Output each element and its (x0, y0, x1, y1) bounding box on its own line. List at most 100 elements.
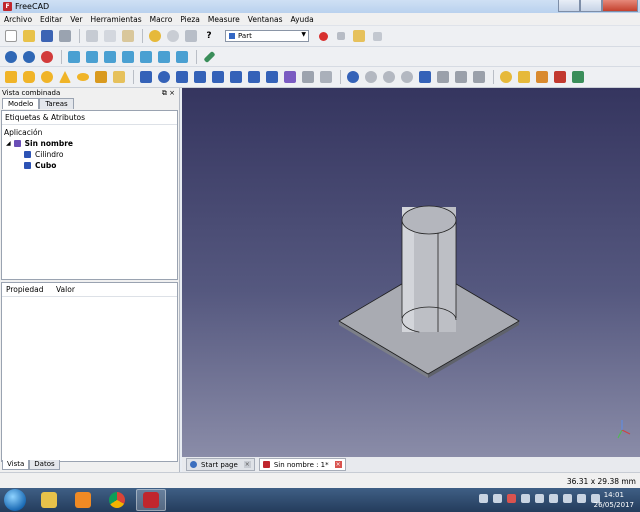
stop-macro-icon[interactable] (333, 28, 349, 44)
menu-herramientas[interactable]: Herramientas (87, 15, 146, 24)
primitives-icon[interactable] (93, 69, 109, 85)
tab-start-page[interactable]: Start page × (186, 458, 255, 471)
box-icon[interactable] (3, 69, 19, 85)
maximize-button[interactable] (580, 0, 602, 12)
close-icon[interactable]: × (334, 461, 342, 468)
tab-vista[interactable]: Vista (2, 460, 30, 470)
new-icon[interactable] (3, 28, 19, 44)
tab-tareas[interactable]: Tareas (39, 98, 74, 109)
measure-icon[interactable] (201, 49, 217, 65)
tray-icon[interactable] (479, 494, 488, 503)
tree-item-cilindro[interactable]: Cilindro (2, 149, 177, 160)
fit-selection-icon[interactable] (21, 49, 37, 65)
view-isometric-icon[interactable] (66, 49, 82, 65)
tab-modelo[interactable]: Modelo (2, 98, 40, 109)
measure-linear-icon[interactable] (498, 69, 514, 85)
fit-all-icon[interactable] (3, 49, 19, 65)
start-button[interactable] (4, 489, 26, 511)
taskbar-freecad[interactable] (136, 489, 166, 511)
menu-editar[interactable]: Editar (36, 15, 66, 24)
cylinder-icon[interactable] (21, 69, 37, 85)
cross-sections-icon[interactable] (318, 69, 334, 85)
tab-datos[interactable]: Datos (29, 460, 60, 470)
check-geometry-icon[interactable] (471, 69, 487, 85)
tray-icon[interactable] (507, 494, 516, 503)
view-top-icon[interactable] (102, 49, 118, 65)
loft-icon[interactable] (264, 69, 280, 85)
close-icon[interactable]: × (243, 461, 251, 468)
print-icon[interactable] (57, 28, 73, 44)
chamfer-icon[interactable] (210, 69, 226, 85)
fillet-icon[interactable] (192, 69, 208, 85)
boolean-icon[interactable] (345, 69, 361, 85)
refresh-icon[interactable] (183, 28, 199, 44)
sphere-icon[interactable] (39, 69, 55, 85)
mirror-icon[interactable] (174, 69, 190, 85)
menu-macro[interactable]: Macro (146, 15, 177, 24)
undo-icon[interactable] (147, 28, 163, 44)
sweep-icon[interactable] (282, 69, 298, 85)
torus-icon[interactable] (75, 69, 91, 85)
open-icon[interactable] (21, 28, 37, 44)
clock[interactable]: 14:01 26/05/2017 (594, 490, 634, 510)
split-icon[interactable] (435, 69, 451, 85)
menu-pieza[interactable]: Pieza (176, 15, 204, 24)
paste-icon[interactable] (120, 28, 136, 44)
column-propiedad[interactable]: Propiedad (2, 285, 52, 294)
view-left-icon[interactable] (174, 49, 190, 65)
fuse-icon[interactable] (381, 69, 397, 85)
common-icon[interactable] (399, 69, 415, 85)
measure-refresh-icon[interactable] (534, 69, 550, 85)
cut-icon[interactable] (363, 69, 379, 85)
redo-icon[interactable] (165, 28, 181, 44)
taskbar-chrome[interactable] (102, 489, 132, 511)
view-bottom-icon[interactable] (156, 49, 172, 65)
record-macro-icon[interactable] (315, 28, 331, 44)
measure-angular-icon[interactable] (516, 69, 532, 85)
float-close-icons[interactable]: ⧉ × (162, 89, 175, 98)
close-button[interactable] (602, 0, 638, 12)
minimize-button[interactable] (558, 0, 580, 12)
tray-icon[interactable] (521, 494, 530, 503)
cut-icon[interactable] (84, 28, 100, 44)
cone-icon[interactable] (57, 69, 73, 85)
make-face-icon[interactable] (228, 69, 244, 85)
menu-ver[interactable]: Ver (66, 15, 86, 24)
view-rear-icon[interactable] (138, 49, 154, 65)
menu-ayuda[interactable]: Ayuda (287, 15, 318, 24)
tray-icon[interactable] (535, 494, 544, 503)
run-macro-icon[interactable] (369, 28, 385, 44)
tray-icon[interactable] (493, 494, 502, 503)
join-icon[interactable] (417, 69, 433, 85)
tree-item-cubo[interactable]: Cubo (2, 160, 177, 171)
copy-icon[interactable] (102, 28, 118, 44)
network-icon[interactable] (577, 494, 586, 503)
tab-sin-nombre[interactable]: Sin nombre : 1* × (258, 458, 346, 471)
view-front-icon[interactable] (84, 49, 100, 65)
shape-builder-icon[interactable] (111, 69, 127, 85)
tree-document-row[interactable]: ◢ Sin nombre (2, 138, 177, 149)
extrude-icon[interactable] (138, 69, 154, 85)
measure-clear-icon[interactable] (552, 69, 568, 85)
save-icon[interactable] (39, 28, 55, 44)
revolve-icon[interactable] (156, 69, 172, 85)
edit-macro-icon[interactable] (351, 28, 367, 44)
section-icon[interactable] (300, 69, 316, 85)
taskbar-explorer[interactable] (34, 489, 64, 511)
3d-viewport[interactable] (182, 88, 640, 457)
ruled-surface-icon[interactable] (246, 69, 262, 85)
measure-toggle-icon[interactable] (570, 69, 586, 85)
expand-arrow-icon[interactable]: ◢ (6, 140, 11, 147)
column-valor[interactable]: Valor (52, 285, 75, 294)
menu-measure[interactable]: Measure (204, 15, 244, 24)
taskbar-media-player[interactable] (68, 489, 98, 511)
draw-style-icon[interactable] (39, 49, 55, 65)
menu-ventanas[interactable]: Ventanas (244, 15, 287, 24)
compound-icon[interactable] (453, 69, 469, 85)
view-right-icon[interactable] (120, 49, 136, 65)
workbench-selector[interactable]: Part ▼ (225, 30, 309, 42)
whats-this-icon[interactable]: ? (201, 28, 217, 44)
tray-icon[interactable] (563, 494, 572, 503)
tray-icon[interactable] (549, 494, 558, 503)
menu-archivo[interactable]: Archivo (0, 15, 36, 24)
